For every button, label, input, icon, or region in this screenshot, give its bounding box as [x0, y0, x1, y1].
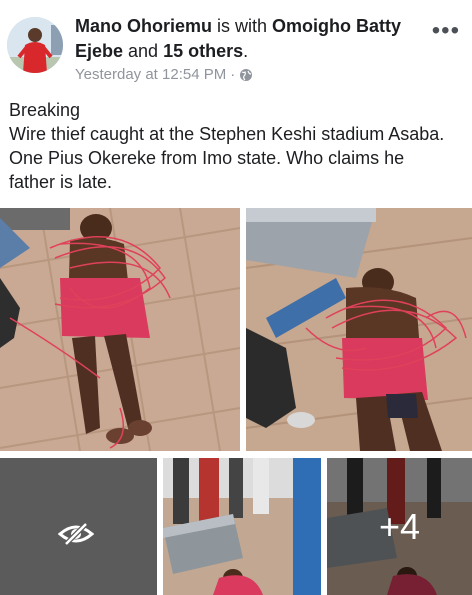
author-name[interactable]: Mano Ohoriemu	[75, 16, 212, 36]
post-photo-hidden[interactable]	[0, 458, 157, 595]
globe-icon[interactable]	[239, 68, 253, 82]
post-photo-4[interactable]	[163, 458, 321, 595]
eye-slash-icon	[58, 522, 94, 546]
post-text-line: One Pius Okereke from Imo state. Who cla…	[9, 148, 405, 168]
post-header: Mano Ohoriemu is with Omoigho Batty Ejeb…	[0, 0, 472, 92]
period-text: .	[243, 41, 249, 61]
others-link[interactable]: 15 others	[163, 41, 243, 61]
ellipsis-icon[interactable]: •••	[432, 19, 460, 43]
post-text-line: Wire thief caught at the Stephen Keshi s…	[9, 124, 445, 144]
meta-separator: ·	[230, 66, 236, 83]
post-photo-more[interactable]: +4	[327, 458, 472, 595]
post-photo-2[interactable]	[246, 208, 472, 451]
post-author-line: Mano Ohoriemu is with Omoigho Batty Ejeb…	[75, 14, 425, 64]
post-photo-1[interactable]	[0, 208, 240, 451]
post-text-line: father is late.	[9, 172, 113, 192]
with-text: is with	[212, 16, 273, 36]
post-timestamp[interactable]: Yesterday at 12:54 PM	[75, 66, 226, 83]
post-meta: Yesterday at 12:54 PM ·	[75, 66, 253, 83]
post-body: Breaking Wire thief caught at the Stephe…	[9, 98, 471, 194]
more-photos-count[interactable]: +4	[327, 458, 472, 595]
author-avatar[interactable]	[7, 17, 63, 73]
post-text-line: Breaking	[9, 100, 81, 120]
and-text: and	[123, 41, 164, 61]
